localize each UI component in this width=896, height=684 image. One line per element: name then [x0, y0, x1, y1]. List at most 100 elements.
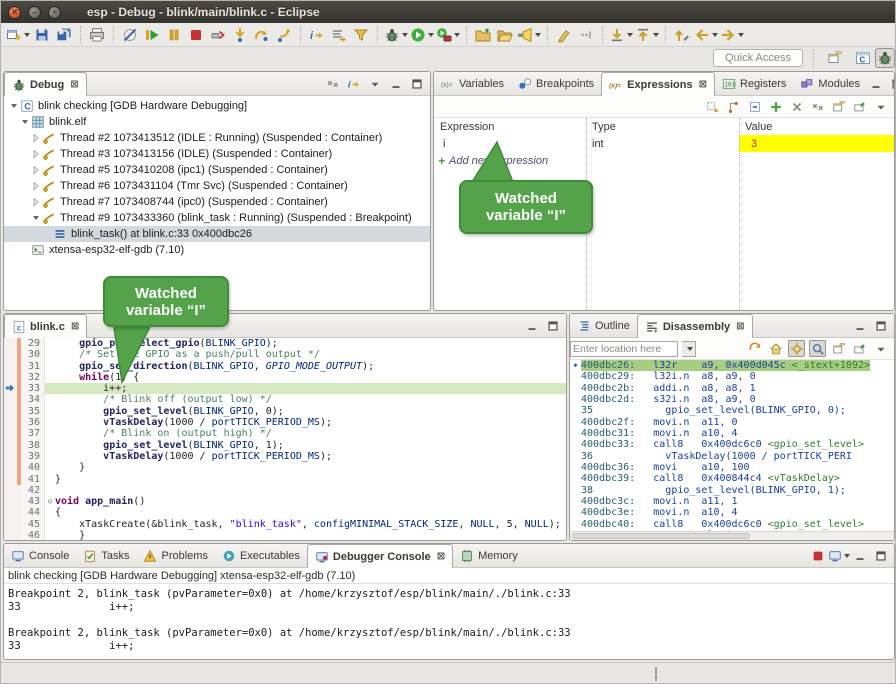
debug-tree-item[interactable]: Cblink checking [GDB Hardware Debugging] — [4, 98, 430, 114]
step-over-button[interactable] — [252, 25, 272, 45]
tab-blink-c[interactable]: c blink.c⊠ — [4, 314, 87, 338]
save-all-button[interactable] — [54, 25, 74, 45]
location-input[interactable]: Enter location here — [570, 341, 678, 357]
console-terminate-button[interactable] — [809, 547, 827, 565]
tab-variables[interactable]: (x)=Variables — [434, 72, 511, 95]
debug-tree-item[interactable]: Thread #6 1073431104 (Tmr Svc) (Suspende… — [4, 178, 430, 194]
instruction-stepping-toggle[interactable]: i — [345, 75, 363, 93]
disassembly-line[interactable]: 400dbc40: call8 0x400dc6c0 <gpio_set_lev… — [570, 519, 894, 530]
location-dropdown-button[interactable] — [682, 341, 696, 357]
debug-tree-item[interactable]: xtensa-esp32-elf-gdb (7.10) — [4, 242, 430, 258]
tree-expander[interactable] — [30, 132, 42, 144]
debug-tree-item[interactable]: Thread #5 1073410208 (ipc1) (Suspended :… — [4, 162, 430, 178]
code-line[interactable]: 35 gpio_set_level(BLINK_GPIO, 0); — [4, 406, 566, 417]
editor-minimize-button[interactable] — [523, 317, 541, 335]
code-line[interactable]: 41} — [4, 474, 566, 485]
debug-tree-item[interactable]: Thread #7 1073408744 (ipc0) (Suspended :… — [4, 194, 430, 210]
debug-tree-item[interactable]: Thread #3 1073413156 (IDLE) (Suspended :… — [4, 146, 430, 162]
debug-minimize-button[interactable] — [387, 75, 405, 93]
external-tools-button[interactable] — [436, 25, 460, 45]
window-close-button[interactable]: ✕ — [8, 6, 21, 19]
disassembly-line[interactable]: 400dbc33: call8 0x400dc6c0 <gpio_set_lev… — [570, 439, 894, 450]
disassembly-line[interactable]: 400dbc3e: movi.n a10, 4 — [570, 507, 894, 518]
code-line[interactable]: 45 xTaskCreate(&blink_task, "blink_task"… — [4, 519, 566, 530]
disassembly-line[interactable]: 400dbc2f: movi.n a11, 0 — [570, 417, 894, 428]
debug-tree-item[interactable]: Thread #9 1073433360 (blink_task : Runni… — [4, 210, 430, 226]
next-annotation-button[interactable] — [609, 25, 633, 45]
skip-breakpoints-button[interactable] — [120, 25, 140, 45]
window-minimize-button[interactable]: – — [28, 6, 41, 19]
back-dropdown[interactable] — [712, 33, 718, 37]
tree-expander[interactable] — [30, 196, 42, 208]
code-line[interactable]: 34 /* Blink off (output low) */ — [4, 394, 566, 405]
tab-debug[interactable]: Debug⊠ — [4, 72, 87, 96]
last-edit-location-button[interactable] — [672, 25, 692, 45]
column-value[interactable]: Value — [739, 121, 772, 133]
disassembly-line[interactable]: 400dbc2d: s32i.n a8, a9, 0 — [570, 394, 894, 405]
show-full-paths-button[interactable] — [329, 25, 349, 45]
run-dropdown[interactable] — [428, 33, 434, 37]
new-wizard-dropdown[interactable] — [24, 33, 30, 37]
tab-breakpoints[interactable]: Breakpoints — [511, 72, 601, 95]
new-disassembly-view-button[interactable] — [830, 340, 847, 357]
code-line[interactable]: 46 } — [4, 530, 566, 541]
code-line[interactable]: 44{ — [4, 507, 566, 518]
disassembly-line[interactable]: 400dbc2b: addi.n a8, a8, 1 — [570, 383, 894, 394]
code-line-current[interactable]: 33 i++; — [4, 383, 566, 394]
suspend-button[interactable] — [164, 25, 184, 45]
follow-pc-toggle[interactable] — [788, 340, 805, 357]
pin-disassembly-button[interactable] — [851, 340, 868, 357]
code-line[interactable]: 43⊖void app_main() — [4, 496, 566, 507]
disassembly-line[interactable]: 400dbc3c: movi.n a11, 1 — [570, 496, 894, 507]
disassembly-view-menu-button[interactable] — [872, 340, 889, 357]
tree-expander[interactable] — [30, 164, 42, 176]
disassembly-line[interactable]: 400dbc29: l32i.n a8, a9, 0 — [570, 371, 894, 382]
disassembly-home-button[interactable] — [767, 340, 784, 357]
display-selected-console-button[interactable] — [830, 547, 848, 565]
show-whitespace-button[interactable] — [576, 25, 596, 45]
remove-expression-button[interactable] — [788, 98, 805, 115]
expressions-minimize-button[interactable] — [867, 75, 885, 93]
debugger-console-output[interactable]: Breakpoint 2, blink_task (pvParameter=0x… — [4, 584, 894, 657]
column-type[interactable]: Type — [586, 121, 739, 133]
code-line[interactable]: 42 — [4, 485, 566, 496]
line-number[interactable]: 41 — [21, 474, 45, 485]
tab-modules[interactable]: Modules — [793, 72, 867, 95]
pin-view-button[interactable] — [851, 98, 868, 115]
debug-dropdown[interactable] — [402, 33, 408, 37]
tree-expander[interactable] — [30, 180, 42, 192]
tab-console[interactable]: Console — [4, 544, 76, 567]
line-number[interactable]: 29 — [21, 338, 45, 349]
forward-dropdown[interactable] — [738, 33, 744, 37]
editor-maximize-button[interactable] — [544, 317, 562, 335]
line-number[interactable]: 35 — [21, 406, 45, 417]
add-expression-button[interactable] — [767, 98, 784, 115]
sync-selection-toggle[interactable] — [809, 340, 826, 357]
open-perspective-button[interactable] — [825, 48, 845, 68]
disassembly-line[interactable]: 400dbc39: call8 0x400844c4 <vTaskDelay> — [570, 473, 894, 484]
save-button[interactable] — [32, 25, 52, 45]
tab-disassembly[interactable]: Disassembly⊠ — [637, 314, 753, 338]
step-return-button[interactable] — [274, 25, 294, 45]
debug-perspective-button[interactable] — [875, 48, 895, 68]
code-line[interactable]: 39 vTaskDelay(1000 / portTICK_PERIOD_MS)… — [4, 451, 566, 462]
forward-button[interactable] — [720, 25, 744, 45]
back-button[interactable] — [694, 25, 718, 45]
line-number[interactable]: 33 — [21, 383, 45, 394]
tab-outline[interactable]: Outline — [570, 314, 637, 337]
previous-annotation-button[interactable] — [635, 25, 659, 45]
debug-view-menu-button[interactable] — [366, 75, 384, 93]
terminate-button[interactable] — [186, 25, 206, 45]
tab-tasks[interactable]: Tasks — [76, 544, 136, 567]
new-wizard-button[interactable] — [6, 25, 30, 45]
show-type-names-button[interactable] — [704, 98, 721, 115]
disassembly-line-current[interactable]: ◆400dbc26: l32r a9, 0x400d045c <_stext+1… — [570, 360, 894, 371]
console-maximize-button[interactable] — [872, 547, 890, 565]
collapse-all-button[interactable] — [746, 98, 763, 115]
search-button[interactable] — [517, 25, 541, 45]
open-folder-button[interactable] — [495, 25, 515, 45]
run-button[interactable] — [410, 25, 434, 45]
line-number[interactable]: 43 — [21, 496, 45, 507]
line-number[interactable]: 31 — [21, 361, 45, 372]
disassembly-refresh-button[interactable] — [746, 340, 763, 357]
